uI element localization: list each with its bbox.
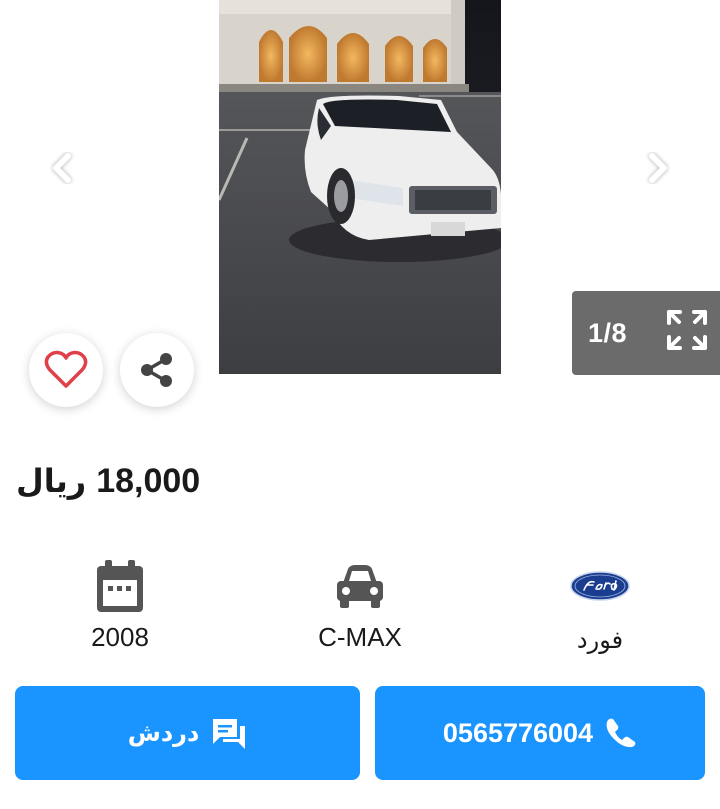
share-icon	[141, 353, 172, 387]
chevron-right-icon	[649, 153, 667, 183]
chat-bubble-icon	[213, 719, 246, 749]
price-currency: ريال	[16, 462, 87, 500]
image-counter-text: 1/8	[588, 317, 628, 348]
listing-photo[interactable]	[219, 0, 501, 374]
share-button[interactable]	[120, 333, 194, 407]
previous-image-button[interactable]	[44, 150, 80, 186]
spec-model-value: C-MAX	[318, 622, 402, 652]
listing-price: ريال 18,000	[16, 462, 200, 501]
spec-year: 2008	[20, 556, 220, 653]
spec-make-value: فورد	[576, 626, 624, 654]
chat-button-label: دردش	[127, 719, 200, 747]
car-icon	[337, 565, 383, 608]
fullscreen-icon	[667, 310, 707, 350]
ford-logo-icon	[570, 571, 630, 601]
calendar-icon	[97, 560, 143, 612]
spec-make: فورد	[500, 556, 700, 654]
spec-year-value: 2008	[91, 622, 149, 652]
chevron-left-icon	[53, 153, 71, 183]
spec-model: C-MAX	[260, 556, 460, 653]
phone-number: 0565776004	[442, 717, 594, 748]
favorite-button[interactable]	[29, 333, 103, 407]
car-specs: 2008 C-MAX فورد	[0, 556, 720, 666]
image-counter: 1/8	[572, 291, 720, 375]
price-value: 18,000	[96, 462, 201, 500]
chat-button[interactable]: دردش	[15, 686, 360, 780]
phone-icon	[606, 718, 636, 748]
heart-icon	[44, 350, 88, 388]
next-image-button[interactable]	[640, 150, 676, 186]
car-photo-image	[219, 0, 501, 374]
call-button[interactable]: 0565776004	[375, 686, 705, 780]
image-gallery: 1/8	[0, 0, 720, 420]
fullscreen-button[interactable]	[666, 309, 708, 351]
